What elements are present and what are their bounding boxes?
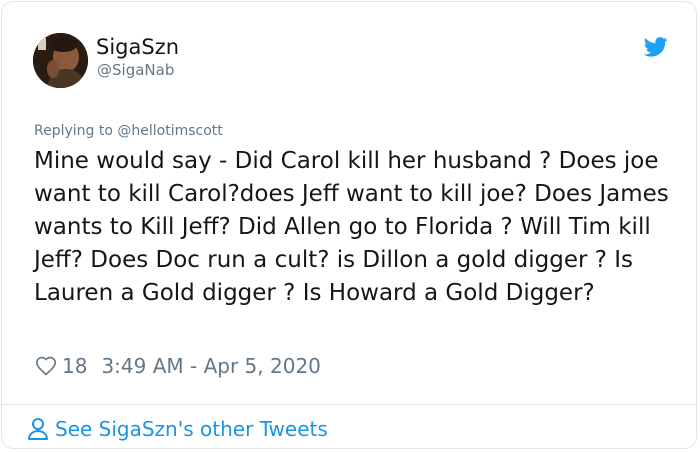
display-name[interactable]: SigaSzn bbox=[96, 34, 179, 60]
person-icon bbox=[28, 418, 48, 440]
divider bbox=[2, 404, 696, 405]
reply-mention-link[interactable]: @hellotimscott bbox=[117, 123, 222, 139]
heart-icon[interactable] bbox=[35, 355, 57, 377]
replying-to: Replying to @hellotimscott bbox=[34, 122, 223, 140]
tweet-meta: 18 3:49 AM - Apr 5, 2020 bbox=[35, 353, 321, 379]
replying-to-label: Replying to bbox=[34, 123, 113, 139]
user-handle[interactable]: @SigaNab bbox=[97, 60, 174, 80]
tweet-timestamp[interactable]: 3:49 AM - Apr 5, 2020 bbox=[101, 354, 320, 378]
avatar[interactable] bbox=[33, 33, 88, 88]
tweet-card: SigaSzn @SigaNab Replying to @hellotimsc… bbox=[1, 1, 697, 449]
tweet-text: Mine would say - Did Carol kill her husb… bbox=[34, 148, 669, 306]
see-other-tweets-label[interactable]: See SigaSzn's other Tweets bbox=[55, 417, 328, 441]
see-other-tweets-link[interactable]: See SigaSzn's other Tweets bbox=[27, 416, 328, 442]
avatar-image bbox=[33, 33, 88, 88]
twitter-bird-icon[interactable] bbox=[644, 37, 668, 57]
like-count[interactable]: 18 bbox=[62, 354, 87, 378]
